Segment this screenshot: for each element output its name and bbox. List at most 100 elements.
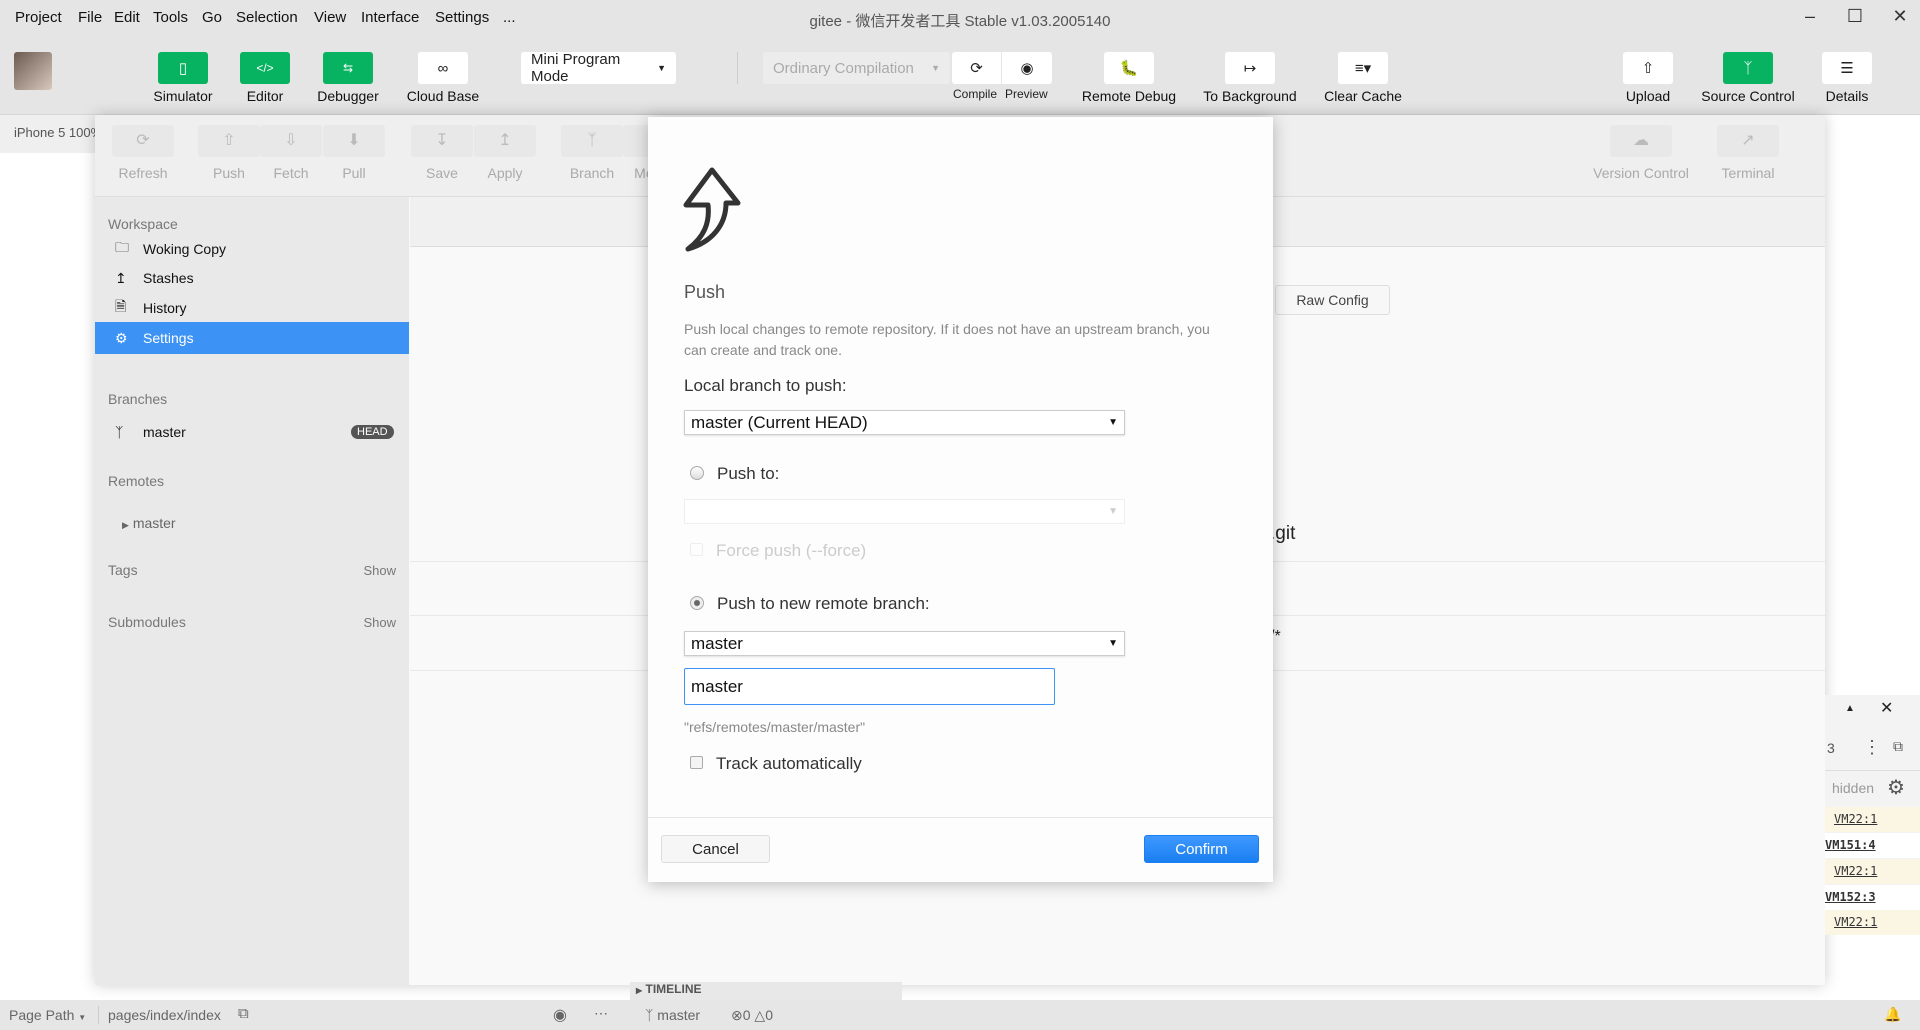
minimize-icon[interactable]: –	[1795, 6, 1825, 27]
cancel-button[interactable]: Cancel	[661, 835, 770, 863]
source-link[interactable]: VM22:1	[1825, 910, 1920, 935]
remote-item-master[interactable]: ▶ master	[122, 515, 176, 531]
fetch-icon[interactable]: ⇩	[260, 125, 322, 157]
avatar[interactable]	[14, 52, 52, 90]
to-background-icon[interactable]: ↦	[1225, 52, 1275, 84]
mode-value: Mini Program Mode	[531, 51, 621, 85]
warning-count: 0	[765, 1007, 773, 1023]
head-badge: HEAD	[351, 425, 394, 439]
more-vertical-icon[interactable]: ⋮	[1863, 737, 1881, 758]
remote-debug-label: Remote Debug	[1081, 88, 1177, 104]
sidebar-item-label: Settings	[143, 330, 194, 346]
branch-icon: ᛉ	[645, 1007, 654, 1023]
branches-heading: Branches	[108, 391, 168, 407]
track-checkbox[interactable]	[690, 756, 703, 769]
remotes-heading: Remotes	[108, 473, 165, 489]
workspace-heading: Workspace	[108, 216, 178, 232]
confirm-button[interactable]: Confirm	[1144, 835, 1259, 863]
remote-name: master	[132, 515, 176, 531]
source-link[interactable]: VM151:4	[1825, 833, 1920, 858]
compile-icon[interactable]: ⟳	[952, 52, 1002, 84]
tags-show-link[interactable]: Show	[363, 563, 396, 578]
timeline-section[interactable]: ▶ TIMELINE	[630, 982, 902, 1000]
push-dialog: Push Push local changes to remote reposi…	[648, 117, 1273, 882]
source-link[interactable]: VM152:3	[1825, 885, 1920, 910]
refresh-icon[interactable]: ⟳	[112, 125, 174, 157]
push-to-radio[interactable]	[690, 466, 704, 480]
sidebar-item-settings[interactable]: ⚙ Settings	[95, 322, 409, 354]
cloud-base-icon[interactable]: ∞	[418, 52, 468, 84]
footer-divider	[648, 817, 1273, 818]
cloud-icon[interactable]: ☁	[1610, 125, 1672, 157]
sidebar-item-history[interactable]: 🗎 History	[95, 293, 409, 323]
copy-icon[interactable]: ⧉	[238, 1005, 249, 1022]
console-count: 3	[1827, 740, 1835, 756]
compile-label: Compile	[953, 87, 998, 101]
chevron-down-icon: ▼	[1108, 417, 1118, 428]
menu-lines-icon[interactable]: ☰	[1822, 52, 1872, 84]
undock-icon[interactable]: ⧉	[1893, 738, 1903, 755]
ref-hint: "refs/remotes/master/master"	[684, 719, 866, 735]
eye-icon[interactable]: ◉	[553, 1005, 567, 1025]
source-link[interactable]: VM22:1	[1825, 807, 1920, 832]
sidebar-item-label: Woking Copy	[143, 241, 227, 257]
push-to-select[interactable]: ▼	[684, 499, 1125, 524]
to-background-label: To Background	[1203, 88, 1297, 104]
problems-status[interactable]: ⊗0 △0	[731, 1007, 773, 1024]
device-selector[interactable]: iPhone 5 100%	[0, 115, 100, 153]
source-control-icon[interactable]: ᛉ	[1723, 52, 1773, 84]
submodules-show-link[interactable]: Show	[363, 615, 396, 630]
new-remote-radio[interactable]	[690, 596, 704, 610]
debugger-icon[interactable]: ⇆	[323, 52, 373, 84]
collapse-icon[interactable]: ▲	[1845, 703, 1855, 714]
mode-select[interactable]: Mini Program Mode ▼	[521, 51, 676, 85]
branch-icon[interactable]: ᛉ	[561, 125, 623, 157]
push-to-label: Push to:	[717, 464, 780, 483]
error-icon: ⊗	[731, 1007, 743, 1023]
external-link-icon[interactable]: ↗	[1717, 125, 1779, 157]
history-icon: 🗎	[115, 298, 127, 314]
apply-icon[interactable]: ↥	[474, 125, 536, 157]
preview-icon[interactable]: ◉	[1002, 52, 1052, 84]
layers-icon[interactable]: ≡▾	[1338, 52, 1388, 84]
chevron-down-icon: ▼	[657, 63, 666, 73]
folder-icon: 🗀	[115, 239, 129, 255]
track-label: Track automatically	[716, 754, 862, 773]
close-panel-icon[interactable]: ✕	[1880, 698, 1893, 718]
dialog-description: Push local changes to remote repository.…	[684, 321, 1210, 358]
devtools-panel: ▲ ✕ 3 ⋮ ⧉ hidden ⚙ VM22:1 VM151:4 VM22:1…	[1825, 695, 1920, 935]
branch-name-input[interactable]	[684, 668, 1055, 705]
page-path-value: pages/index/index	[108, 1007, 221, 1023]
page-path-dropdown[interactable]: Page Path ▼	[9, 1007, 86, 1023]
preview-label: Preview	[1005, 87, 1048, 101]
simulator-icon[interactable]: ▯	[158, 52, 208, 84]
divider	[1825, 770, 1920, 771]
branch-icon: ᛉ	[115, 424, 124, 440]
submodules-heading: Submodules	[108, 614, 186, 630]
sidebar-item-working-copy[interactable]: 🗀 Woking Copy	[95, 234, 409, 264]
more-icon[interactable]: ⋯	[594, 1005, 608, 1022]
sidebar-item-stashes[interactable]: ↥ Stashes	[95, 263, 409, 293]
push-icon[interactable]: ⇧	[198, 125, 260, 157]
force-push-checkbox[interactable]	[690, 543, 703, 556]
remote-select[interactable]: master ▼	[684, 631, 1125, 656]
stash-icon: ↥	[115, 269, 127, 286]
maximize-icon[interactable]: ☐	[1840, 6, 1870, 27]
remote-url-text: .git	[1270, 523, 1296, 544]
upload-icon[interactable]: ⇧	[1623, 52, 1673, 84]
pull-icon[interactable]: ⬇	[323, 125, 385, 157]
bell-icon[interactable]: 🔔	[1884, 1006, 1901, 1023]
bug-icon[interactable]: 🐛	[1104, 52, 1154, 84]
git-branch-status[interactable]: ᛉ master	[645, 1007, 700, 1023]
editor-icon[interactable]: </>	[240, 52, 290, 84]
close-icon[interactable]: ✕	[1885, 6, 1915, 27]
compilation-select[interactable]: Ordinary Compilation ▼	[763, 52, 950, 84]
warning-icon: △	[754, 1007, 766, 1023]
save-icon[interactable]: ↧	[411, 125, 473, 157]
main-toolbar: ▯ Simulator </> Editor ⇆ Debugger ∞ Clou…	[0, 38, 1920, 115]
source-link[interactable]: VM22:1	[1825, 859, 1920, 884]
local-branch-select[interactable]: master (Current HEAD) ▼	[684, 410, 1125, 435]
gear-icon[interactable]: ⚙	[1887, 775, 1905, 800]
raw-config-button[interactable]: Raw Config	[1275, 285, 1390, 315]
timeline-label: TIMELINE	[645, 982, 702, 996]
